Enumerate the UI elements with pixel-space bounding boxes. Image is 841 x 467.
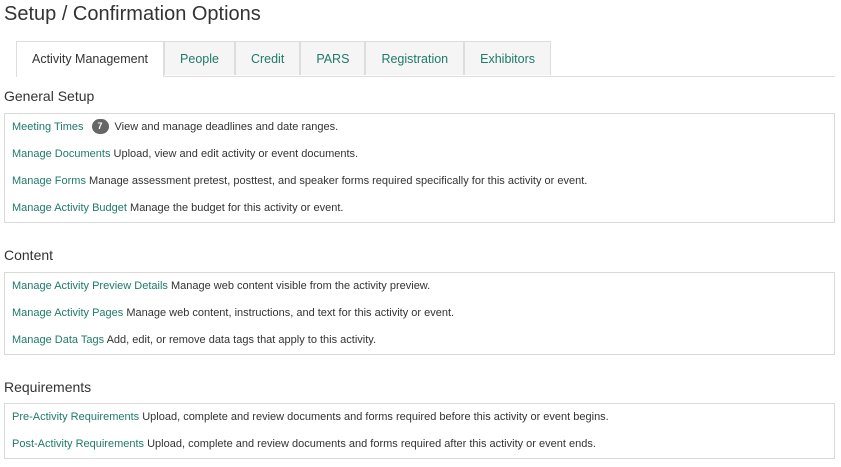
manage-activity-pages-link[interactable]: Manage Activity Pages: [12, 307, 123, 319]
count-badge: 7: [91, 118, 109, 134]
tab-credit[interactable]: Credit: [234, 41, 301, 75]
tab-people[interactable]: People: [164, 41, 235, 75]
section-heading-general-setup: General Setup: [4, 88, 95, 104]
item-description: Upload, complete and review documents an…: [142, 411, 609, 423]
list-item: Manage Activity Budget Manage the budget…: [5, 195, 834, 222]
manage-forms-link[interactable]: Manage Forms: [12, 175, 86, 187]
list-item: Manage Forms Manage assessment pretest, …: [5, 168, 834, 195]
content-panel: Manage Activity Preview Details Manage w…: [4, 272, 835, 355]
page-title: Setup / Confirmation Options: [4, 3, 261, 25]
item-description: Manage web content visible from the acti…: [170, 280, 431, 292]
tab-pars[interactable]: PARS: [300, 41, 366, 75]
item-description: Upload, view and edit activity or event …: [113, 148, 359, 160]
list-item: Pre-Activity Requirements Upload, comple…: [5, 404, 834, 431]
manage-activity-budget-link[interactable]: Manage Activity Budget: [12, 202, 127, 214]
tab-activity-management[interactable]: Activity Management: [16, 41, 165, 77]
pre-activity-requirements-link[interactable]: Pre-Activity Requirements: [12, 411, 139, 423]
tab-bar: Activity Management People Credit PARS R…: [16, 41, 835, 77]
section-heading-requirements: Requirements: [4, 379, 92, 395]
meeting-times-link[interactable]: Meeting Times: [12, 121, 84, 133]
tab-registration[interactable]: Registration: [365, 41, 465, 75]
manage-documents-link[interactable]: Manage Documents: [12, 148, 110, 160]
list-item: Manage Documents Upload, view and edit a…: [5, 141, 834, 168]
item-description: View and manage deadlines and date range…: [114, 121, 339, 133]
list-item: Post-Activity Requirements Upload, compl…: [5, 431, 834, 458]
general-setup-panel: Meeting Times 7 View and manage deadlines …: [4, 113, 835, 223]
list-item: Manage Activity Pages Manage web content…: [5, 300, 834, 327]
manage-activity-preview-details-link[interactable]: Manage Activity Preview Details: [12, 280, 168, 292]
requirements-panel: Pre-Activity Requirements Upload, comple…: [4, 403, 835, 459]
list-item: Manage Data Tags Add, edit, or remove da…: [5, 327, 834, 354]
list-item: Manage Activity Preview Details Manage w…: [5, 273, 834, 300]
item-description: Add, edit, or remove data tags that appl…: [106, 334, 377, 346]
tab-exhibitors[interactable]: Exhibitors: [464, 41, 552, 75]
item-description: Upload, complete and review documents an…: [147, 438, 596, 450]
manage-data-tags-link[interactable]: Manage Data Tags: [12, 334, 104, 346]
item-description: Manage web content, instructions, and te…: [126, 307, 455, 319]
item-description: Manage the budget for this activity or e…: [130, 202, 344, 214]
section-heading-content: Content: [4, 247, 54, 263]
list-item: Meeting Times 7 View and manage deadlines …: [5, 114, 834, 141]
item-description: Manage assessment pretest, posttest, and…: [89, 175, 588, 187]
post-activity-requirements-link[interactable]: Post-Activity Requirements: [12, 438, 144, 450]
